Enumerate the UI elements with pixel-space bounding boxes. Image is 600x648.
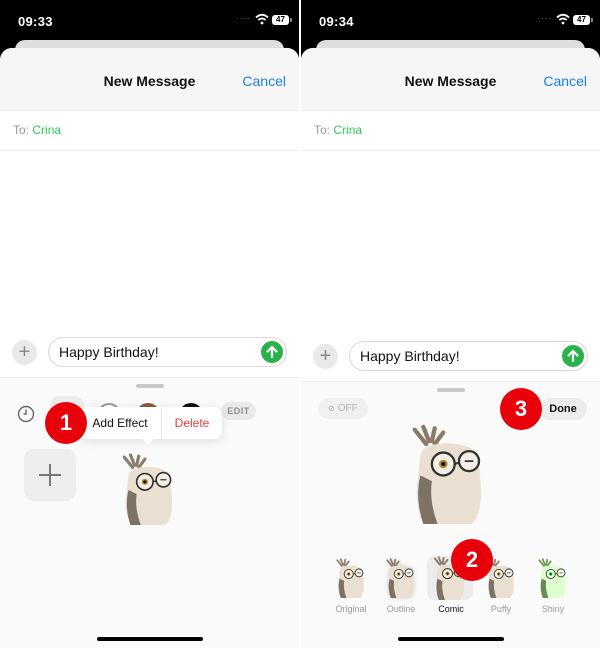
recipient-name[interactable]: Crina	[333, 123, 362, 137]
status-bar: 09:33 ···· 47	[0, 0, 299, 42]
compose-bar: + Happy Birthday!	[301, 341, 600, 383]
cancel-button[interactable]: Cancel	[543, 73, 587, 89]
apps-plus-button[interactable]: +	[12, 340, 37, 365]
sticker-preview	[406, 424, 492, 524]
screenshot-step-1: 09:33 ···· 47 New Message Cancel To: Cri…	[0, 0, 299, 648]
message-input[interactable]: Happy Birthday!	[349, 341, 588, 371]
delete-menu-item[interactable]: Delete	[162, 407, 222, 439]
status-bar: 09:34 ···· 47	[301, 0, 600, 42]
navigation-bar: New Message Cancel	[0, 48, 299, 111]
effect-label: Shiny	[541, 604, 565, 614]
sticker-context-menu: Add Effect Delete	[80, 407, 222, 445]
effect-shiny[interactable]: Shiny	[529, 558, 577, 618]
sticker-effects-editor: ⊘ OFF Done Original Outline Comic Puffy …	[301, 381, 600, 648]
effect-original[interactable]: Original	[327, 558, 375, 618]
navigation-bar: New Message Cancel	[301, 48, 600, 111]
battery-icon: 47	[573, 15, 593, 25]
popover-arrow	[142, 439, 154, 445]
home-indicator	[96, 637, 203, 641]
effect-outline[interactable]: Outline	[377, 558, 425, 618]
drawer-grabber[interactable]	[135, 384, 164, 388]
animation-toggle-button[interactable]: ⊘ OFF	[318, 398, 368, 419]
animation-toggle-label: OFF	[337, 403, 358, 414]
to-label: To:	[13, 123, 30, 137]
apps-plus-button[interactable]: +	[313, 344, 338, 369]
status-time: 09:33	[18, 14, 53, 29]
to-label: To:	[314, 123, 331, 137]
battery-icon: 47	[272, 15, 292, 25]
message-text: Happy Birthday!	[59, 344, 159, 360]
arrow-up-icon	[567, 349, 579, 363]
recipient-name[interactable]: Crina	[32, 123, 61, 137]
compose-bar: + Happy Birthday!	[0, 337, 299, 379]
recipient-field[interactable]: To: Crina	[301, 111, 600, 151]
add-effect-menu-item[interactable]: Add Effect	[80, 407, 160, 439]
effect-thumbnail	[383, 558, 419, 598]
recipient-field[interactable]: To: Crina	[0, 111, 299, 151]
effect-thumbnail	[333, 558, 369, 598]
status-time: 09:34	[319, 14, 354, 29]
wifi-icon	[556, 13, 570, 25]
step-badge-2: 2	[451, 539, 493, 581]
message-input[interactable]: Happy Birthday!	[48, 337, 287, 367]
new-message-sheet: New Message Cancel To: Crina + Happy Bir…	[0, 48, 299, 648]
step-badge-3: 3	[500, 388, 542, 430]
add-sticker-button[interactable]	[24, 449, 76, 501]
owl-sticker[interactable]	[118, 453, 180, 525]
animation-off-icon: ⊘	[328, 404, 335, 413]
drawer-grabber[interactable]	[436, 388, 465, 392]
signal-icon: ····	[537, 14, 552, 23]
step-badge-1: 1	[45, 402, 87, 444]
done-button[interactable]: Done	[539, 398, 587, 420]
wifi-icon	[255, 13, 269, 25]
effect-thumbnail	[535, 558, 571, 598]
signal-icon: ····	[236, 14, 251, 23]
send-button[interactable]	[562, 345, 584, 367]
home-indicator	[397, 637, 504, 641]
effect-label: Puffy	[490, 604, 512, 614]
message-text: Happy Birthday!	[360, 348, 460, 364]
new-message-sheet: New Message Cancel To: Crina + Happy Bir…	[301, 48, 600, 648]
clock-icon[interactable]	[17, 405, 35, 423]
send-button[interactable]	[261, 341, 283, 363]
cancel-button[interactable]: Cancel	[242, 73, 286, 89]
arrow-up-icon	[266, 345, 278, 359]
sticker-drawer: EDIT Add Effect Delete 1	[0, 377, 299, 648]
edit-button[interactable]: EDIT	[221, 402, 256, 420]
screenshot-step-2-3: 09:34 ···· 47 New Message Cancel To: Cri…	[301, 0, 600, 648]
